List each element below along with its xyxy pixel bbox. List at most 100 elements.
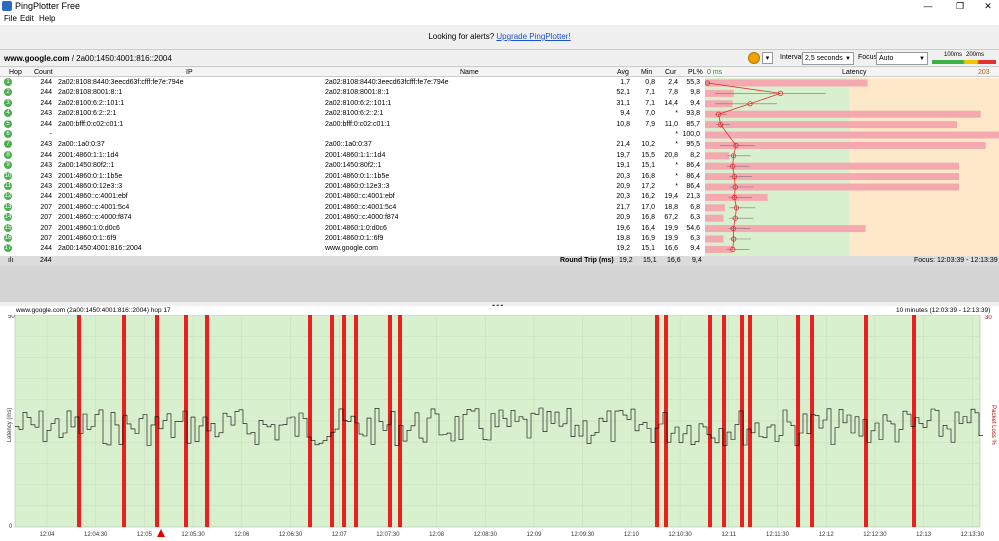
table-row[interactable]: 16 207 2001:4860:0:1::6f9 2001:4860:0:1::6f… — [0, 234, 705, 244]
x-tick-label: 12:08 — [429, 532, 445, 538]
cell-count: 244 — [40, 99, 52, 107]
chart-bars-icon: ılı — [8, 257, 14, 264]
x-tick-label: 12:04 — [39, 532, 55, 538]
cell-count: 244 — [40, 120, 52, 128]
chevron-down-icon: ▼ — [919, 56, 925, 62]
interval-select[interactable]: 2,5 seconds ▼ — [802, 52, 854, 65]
packet-loss-marker — [748, 315, 752, 527]
close-button[interactable]: ✕ — [978, 0, 998, 13]
cell-min: 7,1 — [645, 99, 655, 107]
chevron-down-icon: ▼ — [845, 56, 851, 62]
table-row[interactable]: 12 244 2001:4860::c:4001:ebf 2001:4860::c:4… — [0, 192, 705, 202]
col-count[interactable]: Count — [34, 68, 53, 77]
table-row[interactable]: 5 244 2a00:bfff:0:c02:c01:1 2a00:bfff:0:c02… — [0, 119, 705, 130]
cell-min: 7,9 — [645, 120, 655, 128]
table-row[interactable]: 10 243 2001:4860:0:1::1b5e 2001:4860:0:1::1… — [0, 171, 705, 182]
cell-ip: 2a00::1a0:0:37 — [58, 141, 105, 149]
cell-pl: 93,8 — [686, 110, 700, 118]
cell-min: 15,1 — [641, 162, 655, 170]
hop-badge: 11 — [4, 182, 12, 190]
table-row[interactable]: 17 244 2a00:1450:4001:816::2004 www.google.… — [0, 244, 705, 254]
table-row[interactable]: 9 243 2a00:1450:80f2::1 2a00:1450:80f2::1 19… — [0, 161, 705, 171]
x-tick-label: 12:09 — [526, 532, 542, 538]
col-pl[interactable]: PL% — [688, 68, 703, 77]
menu-help[interactable]: Help — [39, 13, 55, 25]
hop-badge: 12 — [4, 192, 12, 201]
upgrade-link[interactable]: Upgrade PingPlotter! — [496, 32, 570, 41]
cell-min: 16,2 — [641, 193, 655, 201]
cell-pl: 6,8 — [690, 203, 700, 211]
col-avg[interactable]: Avg — [617, 68, 629, 77]
x-tick-label: 12:06:30 — [279, 532, 303, 538]
table-row[interactable]: 6 - * 100,0 — [0, 130, 705, 140]
menu-bar: File Edit Help — [0, 13, 999, 25]
hop-badge: 2 — [4, 88, 12, 97]
cell-cur: * — [675, 141, 678, 149]
table-row[interactable]: 8 244 2001:4860:1:1::1d4 2001:4860:1:1::1d4… — [0, 150, 705, 161]
focus-select[interactable]: Auto ▼ — [876, 52, 928, 65]
scale-100-label: 100ms — [944, 52, 963, 58]
target-label: www.google.com / 2a00:1450:4001:816::200… — [4, 54, 172, 63]
cell-avg: 19,8 — [616, 235, 630, 242]
target-name: www.google.com — [4, 54, 70, 63]
cell-min: 10,2 — [641, 141, 655, 149]
trace-table: Hop Count IP Name Avg Min Cur PL% 0 ms L… — [0, 68, 999, 266]
cell-count: 243 — [40, 141, 52, 149]
cell-avg: 9,4 — [620, 110, 630, 118]
cell-ip: 2001:4860:1:1::1d4 — [58, 151, 119, 159]
cell-ip: 2a02:8100:6:2::101:1 — [58, 99, 125, 107]
table-row[interactable]: 7 243 2a00::1a0:0:37 2a00::1a0:0:37 21,4 10,2… — [0, 140, 705, 150]
cell-avg: 31,1 — [616, 99, 630, 107]
cell-name: 2001:4860:0:1::6f9 — [325, 235, 384, 242]
cell-min: 16,9 — [641, 235, 655, 242]
table-row[interactable]: 13 207 2001:4860::c:4001:5c4 2001:4860::c:4… — [0, 202, 705, 213]
round-trip-label: Round Trip (ms) — [560, 257, 614, 264]
table-row[interactable]: 2 244 2a02:8108:8001:8::1 2a02:8108:8001:8:… — [0, 88, 705, 98]
cell-name: 2001:4860:1:1::1d4 — [325, 151, 386, 159]
focus-label: Focus — [858, 54, 878, 61]
hop-badge: 3 — [4, 98, 12, 107]
cell-ip: 2a00:1450:80f2::1 — [58, 162, 115, 170]
menu-edit[interactable]: Edit — [20, 13, 34, 25]
pause-button[interactable] — [748, 52, 760, 64]
cell-min: 16,8 — [641, 172, 655, 180]
timeline-range: 10 minutes (12:03:39 - 12:13:39) — [896, 307, 991, 314]
minimize-button[interactable]: — — [918, 0, 938, 13]
packet-loss-marker — [796, 315, 800, 527]
col-name[interactable]: Name — [460, 68, 479, 77]
cell-name: 2001:4860:1:0:d0c6 — [325, 224, 387, 232]
cell-count: 243 — [40, 172, 52, 180]
col-hop[interactable]: Hop — [9, 68, 22, 77]
cell-cur: 16,6 — [664, 245, 678, 253]
cell-pl: 86,4 — [686, 172, 700, 180]
cell-ip: 2a00:bfff:0:c02:c01:1 — [58, 120, 124, 128]
cell-count: 207 — [40, 203, 52, 211]
cell-pl: 85,7 — [686, 120, 700, 128]
table-row[interactable]: 15 207 2001:4860:1:0:d0c6 2001:4860:1:0:d0c… — [0, 223, 705, 234]
cell-ip: 2001:4860::c:4001:5c4 — [58, 203, 130, 211]
cell-count: 243 — [40, 183, 52, 190]
table-row[interactable]: 11 243 2001:4860:0:12e3::3 2001:4860:0:12e3… — [0, 182, 705, 192]
cell-min: 15,5 — [641, 151, 655, 159]
col-cur[interactable]: Cur — [665, 68, 676, 77]
cell-count: 207 — [40, 235, 52, 242]
cell-count: 244 — [40, 89, 52, 97]
maximize-button[interactable]: ❐ — [950, 0, 970, 13]
cell-name: 2a02:8108:8440:3eecd63fcfff:fe7e:794e — [325, 79, 449, 86]
chevron-down-icon[interactable]: ▾ — [762, 52, 773, 64]
empty-area — [0, 266, 999, 302]
table-row[interactable]: 4 243 2a02:8100:6:2::2:1 2a02:8100:6:2::2:1… — [0, 109, 705, 119]
cell-count: 244 — [40, 151, 52, 159]
packet-loss-marker — [810, 315, 814, 527]
alert-banner: Looking for alerts? Upgrade PingPlotter! — [0, 32, 999, 41]
table-row[interactable]: 3 244 2a02:8100:6:2::101:1 2a02:8100:6:2::1… — [0, 98, 705, 109]
col-min[interactable]: Min — [641, 68, 652, 77]
cell-name: 2001:4860::c:4001:5c4 — [325, 203, 397, 211]
x-tick-label: 12:06 — [234, 532, 250, 538]
packet-loss-marker — [308, 315, 312, 527]
table-row[interactable]: 14 207 2001:4860::c:4000:f874 2001:4860::c:… — [0, 213, 705, 223]
col-ip[interactable]: IP — [186, 68, 193, 77]
focus-value: Auto — [879, 55, 894, 62]
table-row[interactable]: 1 244 2a02:8108:8440:3eecd63f:cfff:fe7e:79… — [0, 78, 705, 88]
menu-file[interactable]: File — [4, 13, 17, 25]
